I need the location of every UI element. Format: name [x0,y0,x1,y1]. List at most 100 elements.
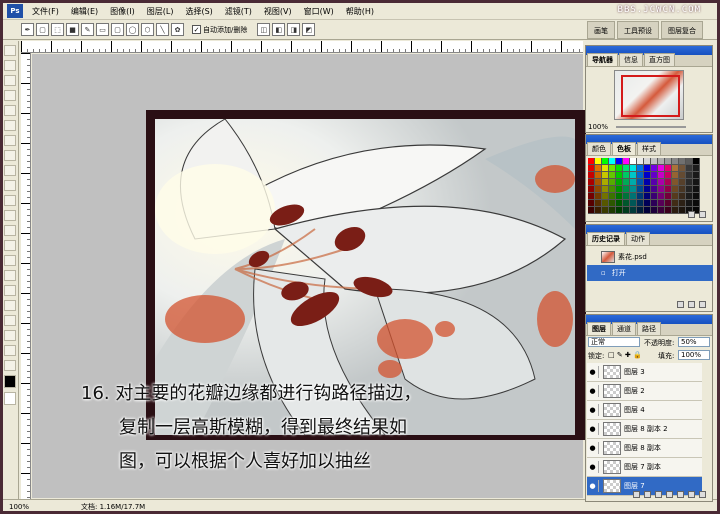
swatch[interactable] [637,158,644,165]
swatch[interactable] [623,193,630,200]
swatch[interactable] [609,172,616,179]
palette-well-layer-comps[interactable]: 图层复合 [661,21,703,39]
layer-row[interactable]: ● 图层 4 [587,401,702,420]
menu-edit[interactable]: 编辑(E) [65,6,104,17]
background-color-icon[interactable] [4,392,16,405]
visibility-eye-icon[interactable]: ● [587,442,599,454]
swatch[interactable] [637,193,644,200]
visibility-eye-icon[interactable]: ● [587,385,599,397]
swatch[interactable] [686,158,693,165]
new-snapshot-icon[interactable] [688,301,695,308]
notes-tool-icon[interactable] [4,315,16,326]
swatch[interactable] [679,200,686,207]
swatch[interactable] [630,193,637,200]
swatch[interactable] [588,193,595,200]
navigator-thumbnail[interactable] [614,70,684,120]
tab-history[interactable]: 历史记录 [587,232,625,245]
dodge-tool-icon[interactable] [4,240,16,251]
tab-paths[interactable]: 路径 [637,322,661,335]
swatch[interactable] [693,186,700,193]
lasso-tool-icon[interactable] [4,75,16,86]
swatch[interactable] [623,172,630,179]
swatch[interactable] [644,200,651,207]
swatch[interactable] [658,158,665,165]
delete-state-icon[interactable] [699,301,706,308]
swatch[interactable] [672,165,679,172]
menu-select[interactable]: 选择(S) [179,6,218,17]
fill-field[interactable]: 100% [678,350,710,360]
swatch[interactable] [616,172,623,179]
swatch[interactable] [644,179,651,186]
delete-layer-icon[interactable] [699,491,706,498]
custom-shape-icon[interactable]: ✿ [171,23,184,36]
swatch[interactable] [693,193,700,200]
menu-help[interactable]: 帮助(H) [340,6,380,17]
swatch[interactable] [637,165,644,172]
tab-info[interactable]: 信息 [619,53,643,66]
swatch[interactable] [595,193,602,200]
swatch[interactable] [672,193,679,200]
path-select-icon[interactable] [4,255,16,266]
swatch[interactable] [630,200,637,207]
tab-color[interactable]: 颜色 [587,142,611,155]
pen-tool-icon[interactable]: ✒ [21,23,34,36]
swatch[interactable] [679,165,686,172]
new-swatch-icon[interactable] [688,211,695,218]
swatch[interactable] [665,165,672,172]
swatch[interactable] [630,179,637,186]
vertical-ruler[interactable] [21,53,31,499]
line-tool-icon[interactable]: ╲ [156,23,169,36]
status-doc-size[interactable]: 文档: 1.16M/17.7M [75,502,151,511]
swatch[interactable] [609,200,616,207]
swatch[interactable] [595,165,602,172]
menu-view[interactable]: 视图(V) [258,6,298,17]
swatch[interactable] [602,179,609,186]
healing-brush-icon[interactable] [4,135,16,146]
swatch[interactable] [665,172,672,179]
swatch[interactable] [609,179,616,186]
swatch[interactable] [623,186,630,193]
swatch[interactable] [693,165,700,172]
swatch[interactable] [679,186,686,193]
add-to-path-icon[interactable]: ◫ [257,23,271,36]
swatch[interactable] [651,158,658,165]
swatch[interactable] [609,165,616,172]
swatch[interactable] [644,172,651,179]
swatch[interactable] [616,186,623,193]
history-snapshot[interactable]: 素花.psd [587,249,713,265]
menu-layer[interactable]: 图层(L) [141,6,180,17]
swatch[interactable] [665,179,672,186]
exclude-path-icon[interactable]: ◩ [302,23,316,36]
menu-window[interactable]: 窗口(W) [298,6,340,17]
swatch[interactable] [637,179,644,186]
swatch[interactable] [630,158,637,165]
tab-navigator[interactable]: 导航器 [587,53,618,66]
slice-tool-icon[interactable] [4,120,16,131]
swatch[interactable] [602,165,609,172]
foreground-color-icon[interactable] [4,375,16,388]
gradient-tool-icon[interactable] [4,210,16,221]
intersect-path-icon[interactable]: ◨ [287,23,301,36]
swatch[interactable] [679,172,686,179]
layer-row[interactable]: ● 图层 2 [587,382,702,401]
swatch[interactable] [602,193,609,200]
swatch[interactable] [672,200,679,207]
shape-layers-icon[interactable]: ▢ [36,23,49,36]
swatch[interactable] [686,186,693,193]
swatch[interactable] [602,200,609,207]
visibility-eye-icon[interactable]: ● [587,404,599,416]
swatch-grid[interactable] [588,158,701,218]
swatch[interactable] [588,179,595,186]
swatch[interactable] [644,186,651,193]
swatch[interactable] [672,186,679,193]
swatch[interactable] [609,193,616,200]
swatch[interactable] [623,200,630,207]
subtract-path-icon[interactable]: ◧ [272,23,286,36]
swatch[interactable] [644,158,651,165]
layer-row[interactable]: ● 图层 7 副本 [587,458,702,477]
lock-icons[interactable]: □ ✎ ✚ 🔒 [608,351,642,359]
swatch[interactable] [686,200,693,207]
swatch[interactable] [616,200,623,207]
shape-tool-icon[interactable] [4,300,16,311]
swatch[interactable] [602,158,609,165]
